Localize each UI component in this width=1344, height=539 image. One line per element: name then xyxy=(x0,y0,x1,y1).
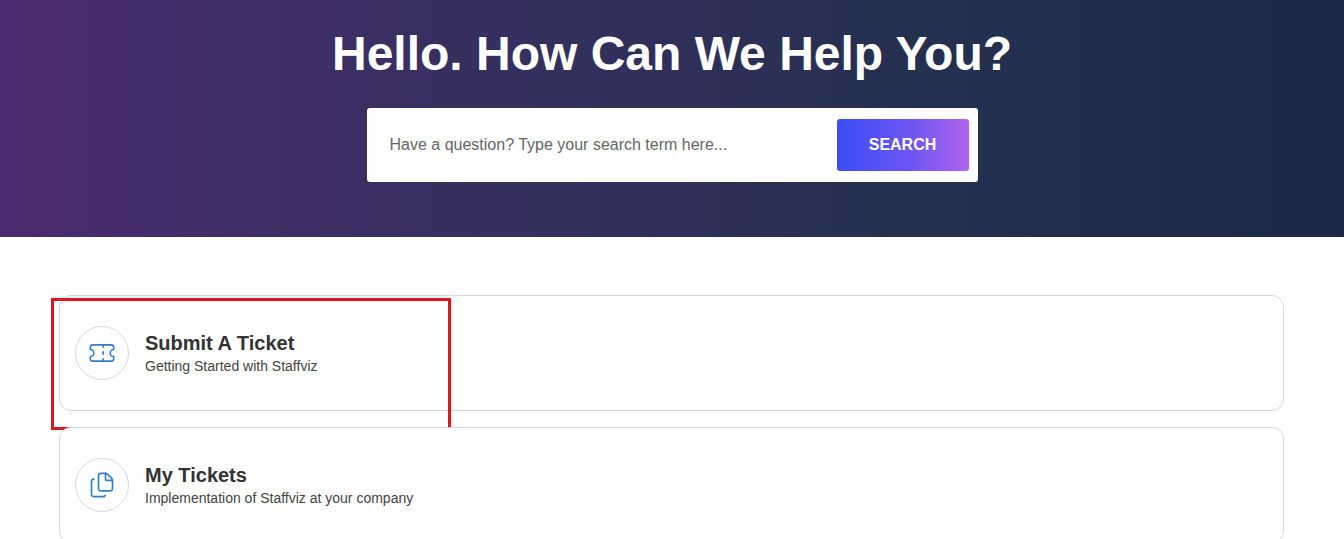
highlight-annotation xyxy=(51,298,451,430)
card-text: My TicketsImplementation of Staffviz at … xyxy=(145,462,413,508)
card-icon-circle xyxy=(75,326,129,380)
cards-list: Submit A TicketGetting Started with Staf… xyxy=(0,237,1344,539)
documents-icon xyxy=(88,471,116,499)
card-title: My Tickets xyxy=(145,462,413,488)
help-card[interactable]: My TicketsImplementation of Staffviz at … xyxy=(59,427,1284,539)
card-subtitle: Getting Started with Staffviz xyxy=(145,356,318,376)
hero-banner: Hello. How Can We Help You? SEARCH xyxy=(0,0,1344,237)
card-title: Submit A Ticket xyxy=(145,330,318,356)
ticket-icon xyxy=(88,339,116,367)
help-center-page: Hello. How Can We Help You? SEARCH Submit … xyxy=(0,0,1344,539)
card-text: Submit A TicketGetting Started with Staf… xyxy=(145,330,318,376)
search-button[interactable]: SEARCH xyxy=(837,119,969,171)
card-wrapper: Submit A TicketGetting Started with Staf… xyxy=(59,295,1284,411)
card-subtitle: Implementation of Staffviz at your compa… xyxy=(145,488,413,508)
search-input[interactable] xyxy=(390,133,825,157)
card-wrapper: My TicketsImplementation of Staffviz at … xyxy=(59,427,1284,539)
help-card[interactable]: Submit A TicketGetting Started with Staf… xyxy=(59,295,1284,411)
card-icon-circle xyxy=(75,458,129,512)
hero-title: Hello. How Can We Help You? xyxy=(332,26,1012,82)
search-box: SEARCH xyxy=(367,108,978,182)
